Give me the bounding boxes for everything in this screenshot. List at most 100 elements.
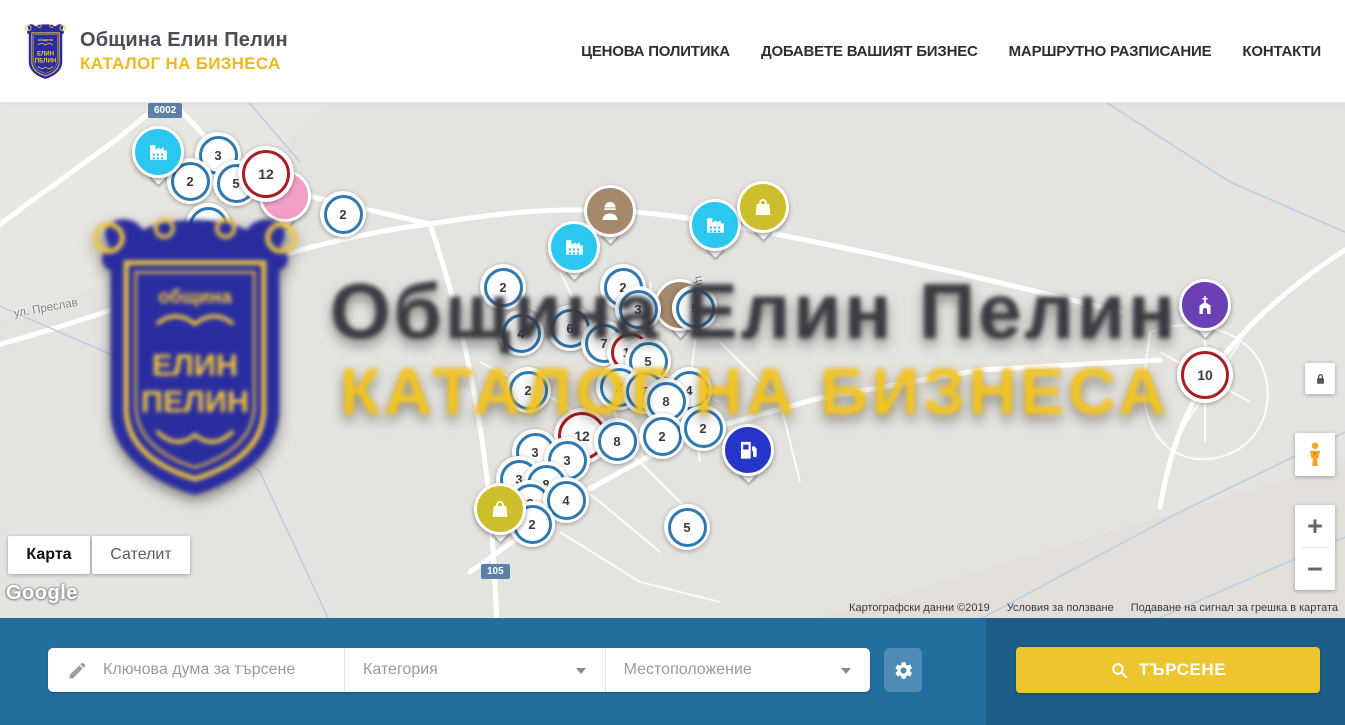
cluster-count: 2 — [528, 517, 535, 532]
map-cluster[interactable]: 4 — [498, 310, 544, 356]
location-dropdown[interactable]: Местоположение — [605, 648, 870, 692]
pin-circle — [474, 483, 526, 535]
map-pin-church[interactable] — [1179, 279, 1231, 335]
chevron-down-icon — [576, 668, 586, 674]
cluster-ring: 5 — [676, 289, 715, 328]
worker-icon — [598, 199, 622, 223]
factory-icon — [562, 235, 587, 260]
cluster-count: 2 — [186, 174, 193, 189]
search-submit-button[interactable]: ТЪРСЕНЕ — [1016, 647, 1320, 693]
cluster-count: 12 — [258, 166, 274, 182]
logo[interactable]: Община Елин Пелин КАТАЛОГ НА БИЗНЕСА — [22, 23, 288, 80]
nav-item[interactable]: МАРШРУТНО РАЗПИСАНИЕ — [1009, 43, 1212, 60]
shopping-bag-icon — [751, 195, 775, 219]
map-cluster[interactable]: 2 — [639, 413, 685, 459]
nav-item[interactable]: ЦЕНОВА ПОЛИТИКА — [581, 43, 730, 60]
municipality-crest-icon — [22, 23, 69, 80]
cluster-count: 2 — [204, 219, 211, 234]
pin-circle — [722, 424, 774, 476]
map-cluster[interactable]: 5 — [664, 504, 710, 550]
zoom-in-button[interactable]: + — [1295, 505, 1335, 547]
nav-item[interactable]: ДОБАВЕТЕ ВАШИЯТ БИЗНЕС — [761, 43, 978, 60]
main-nav: ЦЕНОВА ПОЛИТИКА ДОБАВЕТЕ ВАШИЯТ БИЗНЕС МАР… — [581, 0, 1321, 102]
search-bar-panel: Категория Местоположение ТЪРСЕНЕ — [0, 618, 1345, 725]
cluster-ring: 2 — [684, 409, 723, 448]
zoom-out-button[interactable]: − — [1295, 548, 1335, 590]
map-cluster[interactable]: 12 — [238, 146, 294, 202]
cluster-ring: 2 — [509, 371, 548, 410]
pin-circle — [1179, 279, 1231, 331]
cluster-ring: 4 — [502, 314, 541, 353]
cluster-ring: 2 — [484, 268, 523, 307]
map-cluster[interactable]: 2 — [185, 203, 231, 249]
factory-icon — [146, 140, 171, 165]
map-type-button-satellite[interactable]: Сателит — [92, 536, 190, 574]
cluster-count: 10 — [1197, 367, 1213, 383]
map-type-control: Карта Сателит — [8, 536, 190, 574]
cluster-ring: 2 — [643, 417, 682, 456]
map-pin-bag[interactable] — [737, 181, 789, 237]
attribution-link[interactable]: Условия за ползване — [1007, 602, 1114, 614]
cluster-count: 3 — [214, 148, 221, 163]
map-cluster[interactable]: 2 — [680, 405, 726, 451]
cluster-count: 6 — [566, 321, 573, 336]
map-data-copyright: Картографски данни ©2019 — [849, 602, 990, 614]
pegman-icon — [1304, 441, 1326, 469]
keyword-search-input[interactable] — [101, 660, 335, 680]
map-pin-factory[interactable] — [132, 126, 184, 182]
map-cluster[interactable]: 10 — [1177, 347, 1233, 403]
map-attribution: Картографски данни ©2019 Условия за ползв… — [849, 602, 1338, 614]
cluster-count: 2 — [339, 207, 346, 222]
map-cluster[interactable]: 2 — [505, 367, 551, 413]
road-number-badge: 6002 — [148, 103, 182, 118]
advanced-search-button[interactable] — [884, 648, 922, 692]
pin-circle — [689, 199, 741, 251]
category-dropdown-label: Категория — [363, 661, 438, 679]
cluster-count: 4 — [517, 326, 524, 341]
map-pin-factory[interactable] — [548, 221, 600, 277]
cluster-count: 5 — [691, 301, 698, 316]
cluster-count: 3 — [531, 445, 538, 460]
map-type-button-map[interactable]: Карта — [8, 536, 90, 574]
cluster-ring: 8 — [598, 422, 637, 461]
keyword-section — [48, 648, 344, 692]
map-cluster[interactable]: 2 — [480, 264, 526, 310]
cluster-count: 3 — [563, 453, 570, 468]
map-canvas[interactable]: 6002105ул. Преславбул. „Новоселции 32512… — [0, 102, 1345, 618]
search-bar: Категория Местоположение — [48, 648, 870, 692]
chevron-down-icon — [841, 668, 851, 674]
cluster-ring: 5 — [668, 508, 707, 547]
nav-item[interactable]: КОНТАКТИ — [1242, 43, 1321, 60]
cluster-count: 5 — [644, 354, 651, 369]
category-dropdown[interactable]: Категория — [344, 648, 605, 692]
cluster-count: 2 — [499, 280, 506, 295]
cluster-ring: 2 — [189, 207, 228, 246]
map-cluster[interactable]: 8 — [594, 418, 640, 464]
cluster-count: 2 — [699, 421, 706, 436]
attribution-link[interactable]: Подаване на сигнал за грешка в картата — [1131, 602, 1338, 614]
zoom-control: + − — [1295, 505, 1335, 590]
map-cluster[interactable]: 2 — [320, 191, 366, 237]
map-cluster[interactable]: 3 — [615, 286, 661, 332]
map-pin-bag[interactable] — [474, 483, 526, 539]
map-pin-factory[interactable] — [689, 199, 741, 255]
cluster-count: 3 — [634, 302, 641, 317]
gear-icon — [893, 660, 914, 681]
cluster-ring: 10 — [1181, 351, 1229, 399]
church-icon — [1193, 293, 1217, 317]
cluster-count: 8 — [662, 394, 669, 409]
search-icon — [1110, 661, 1129, 680]
map-pin-fuel[interactable] — [722, 424, 774, 480]
site-title: Община Елин Пелин — [80, 29, 288, 52]
map-cluster[interactable]: 5 — [672, 285, 718, 331]
road-number-badge: 105 — [481, 564, 510, 579]
google-logo[interactable]: Google — [6, 582, 78, 605]
pencil-icon — [67, 660, 88, 681]
cluster-ring: 12 — [242, 150, 290, 198]
cluster-count: 2 — [658, 429, 665, 444]
pin-circle — [548, 221, 600, 273]
fullscreen-lock-button[interactable] — [1305, 363, 1335, 394]
street-view-pegman-button[interactable] — [1295, 433, 1335, 476]
factory-icon — [703, 213, 728, 238]
lock-icon — [1313, 371, 1328, 387]
